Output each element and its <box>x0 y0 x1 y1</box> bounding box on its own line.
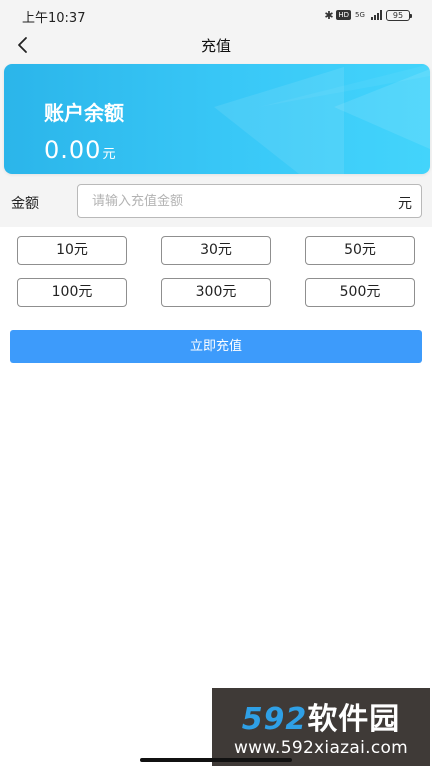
watermark-text: 软件园 <box>307 702 401 737</box>
preset-button-300[interactable]: 300元 <box>161 278 271 307</box>
watermark-title: 592软件园 <box>212 694 430 738</box>
preset-button-50[interactable]: 50元 <box>305 236 415 265</box>
status-icons: ✱ HD 5G 95 <box>324 8 412 22</box>
preset-button-500[interactable]: 500元 <box>305 278 415 307</box>
status-bar: 上午10:37 ✱ HD 5G 95 <box>0 0 432 30</box>
amount-unit: 元 <box>398 196 412 212</box>
balance-card: 账户余额 0.00元 <box>4 64 430 174</box>
hd-badge: HD <box>336 10 351 20</box>
preset-button-100[interactable]: 100元 <box>17 278 127 307</box>
page-title: 充值 <box>200 37 231 55</box>
balance-value: 0.00元 <box>44 136 115 164</box>
watermark-url: www.592xiazai.com <box>233 738 409 758</box>
nav-bar: 充值 <box>0 30 432 60</box>
preset-button-10[interactable]: 10元 <box>17 236 127 265</box>
amount-row: 金额 元 <box>0 180 432 222</box>
amount-input-box[interactable]: 元 <box>77 184 422 218</box>
battery-icon: 95 <box>386 9 412 21</box>
home-indicator[interactable] <box>140 758 292 762</box>
amount-label: 金额 <box>11 196 39 212</box>
balance-unit: 元 <box>102 147 116 162</box>
balance-amount: 0.00 <box>44 136 102 164</box>
preset-button-30[interactable]: 30元 <box>161 236 271 265</box>
watermark-logo: 592软件园 www.592xiazai.com <box>212 688 430 766</box>
amount-input[interactable] <box>92 185 382 217</box>
watermark-number: 592 <box>241 702 308 737</box>
signal-icon <box>371 10 382 20</box>
balance-label: 账户余额 <box>44 101 124 125</box>
bluetooth-icon: ✱ <box>324 8 334 22</box>
recharge-now-button[interactable]: 立即充值 <box>10 330 422 363</box>
status-time: 上午10:37 <box>22 11 86 26</box>
network-label: 5G <box>355 10 365 19</box>
